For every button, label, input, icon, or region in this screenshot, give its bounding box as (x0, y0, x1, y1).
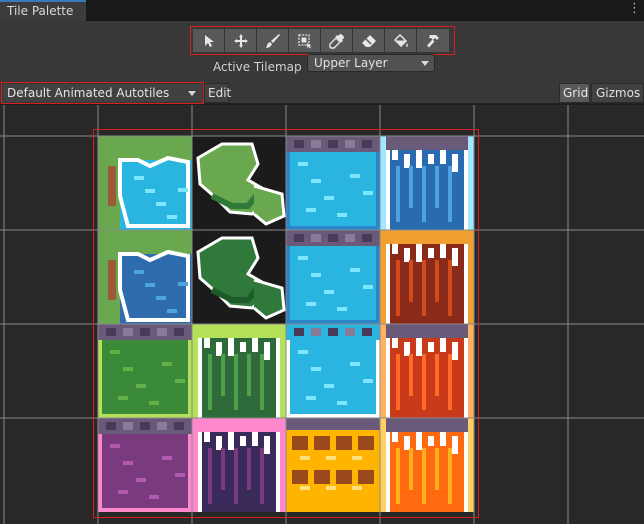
box-fill-icon (297, 33, 311, 48)
active-tilemap-value: Upper Layer (314, 56, 388, 70)
grid-toggle-button[interactable]: Grid (559, 83, 590, 103)
window-tab-bar: Tile Palette ⋮ (0, 0, 644, 21)
erase-tool-button[interactable] (353, 29, 385, 52)
dropdown-caret-icon (421, 61, 429, 66)
palette-dropdown-value: Default Animated Autotiles (7, 86, 170, 100)
active-tilemap-dropdown[interactable]: Upper Layer (307, 54, 435, 72)
bucket-icon (393, 33, 408, 47)
paint-tool-button[interactable] (257, 29, 289, 52)
gizmos-toggle-button[interactable]: Gizmos (591, 83, 644, 103)
dropdown-caret-icon (188, 91, 196, 96)
hammer-icon (427, 34, 439, 47)
active-tilemap-label: Active Tilemap (213, 60, 302, 74)
select-tool-button[interactable] (193, 29, 225, 52)
box-fill-tool-button[interactable] (289, 29, 321, 52)
picker-tool-button[interactable] (321, 29, 353, 52)
palette-dropdown-field[interactable]: Default Animated Autotiles (3, 84, 202, 102)
eyedropper-icon (328, 33, 344, 49)
fill-tool-button[interactable] (385, 29, 417, 52)
move-tool-button[interactable] (225, 29, 257, 52)
tab-tile-palette[interactable]: Tile Palette (0, 0, 86, 21)
tool-bar (190, 26, 455, 55)
kebab-menu-icon[interactable]: ⋮ (628, 2, 641, 16)
eraser-icon (361, 34, 376, 47)
selection-rectangle (93, 129, 479, 518)
edit-button[interactable]: Edit (204, 83, 231, 103)
brush-icon (265, 33, 280, 48)
hammer-tool-button[interactable] (417, 29, 449, 52)
palette-dropdown[interactable]: Default Animated Autotiles (1, 82, 204, 104)
palette-canvas[interactable] (0, 105, 644, 524)
tool-panel: Active Tilemap Upper Layer (0, 21, 644, 82)
move-icon (233, 33, 248, 48)
tab-label: Tile Palette (7, 4, 74, 18)
palette-bar: Default Animated Autotiles Edit Grid Giz… (0, 82, 644, 104)
arrow-icon (204, 34, 214, 47)
